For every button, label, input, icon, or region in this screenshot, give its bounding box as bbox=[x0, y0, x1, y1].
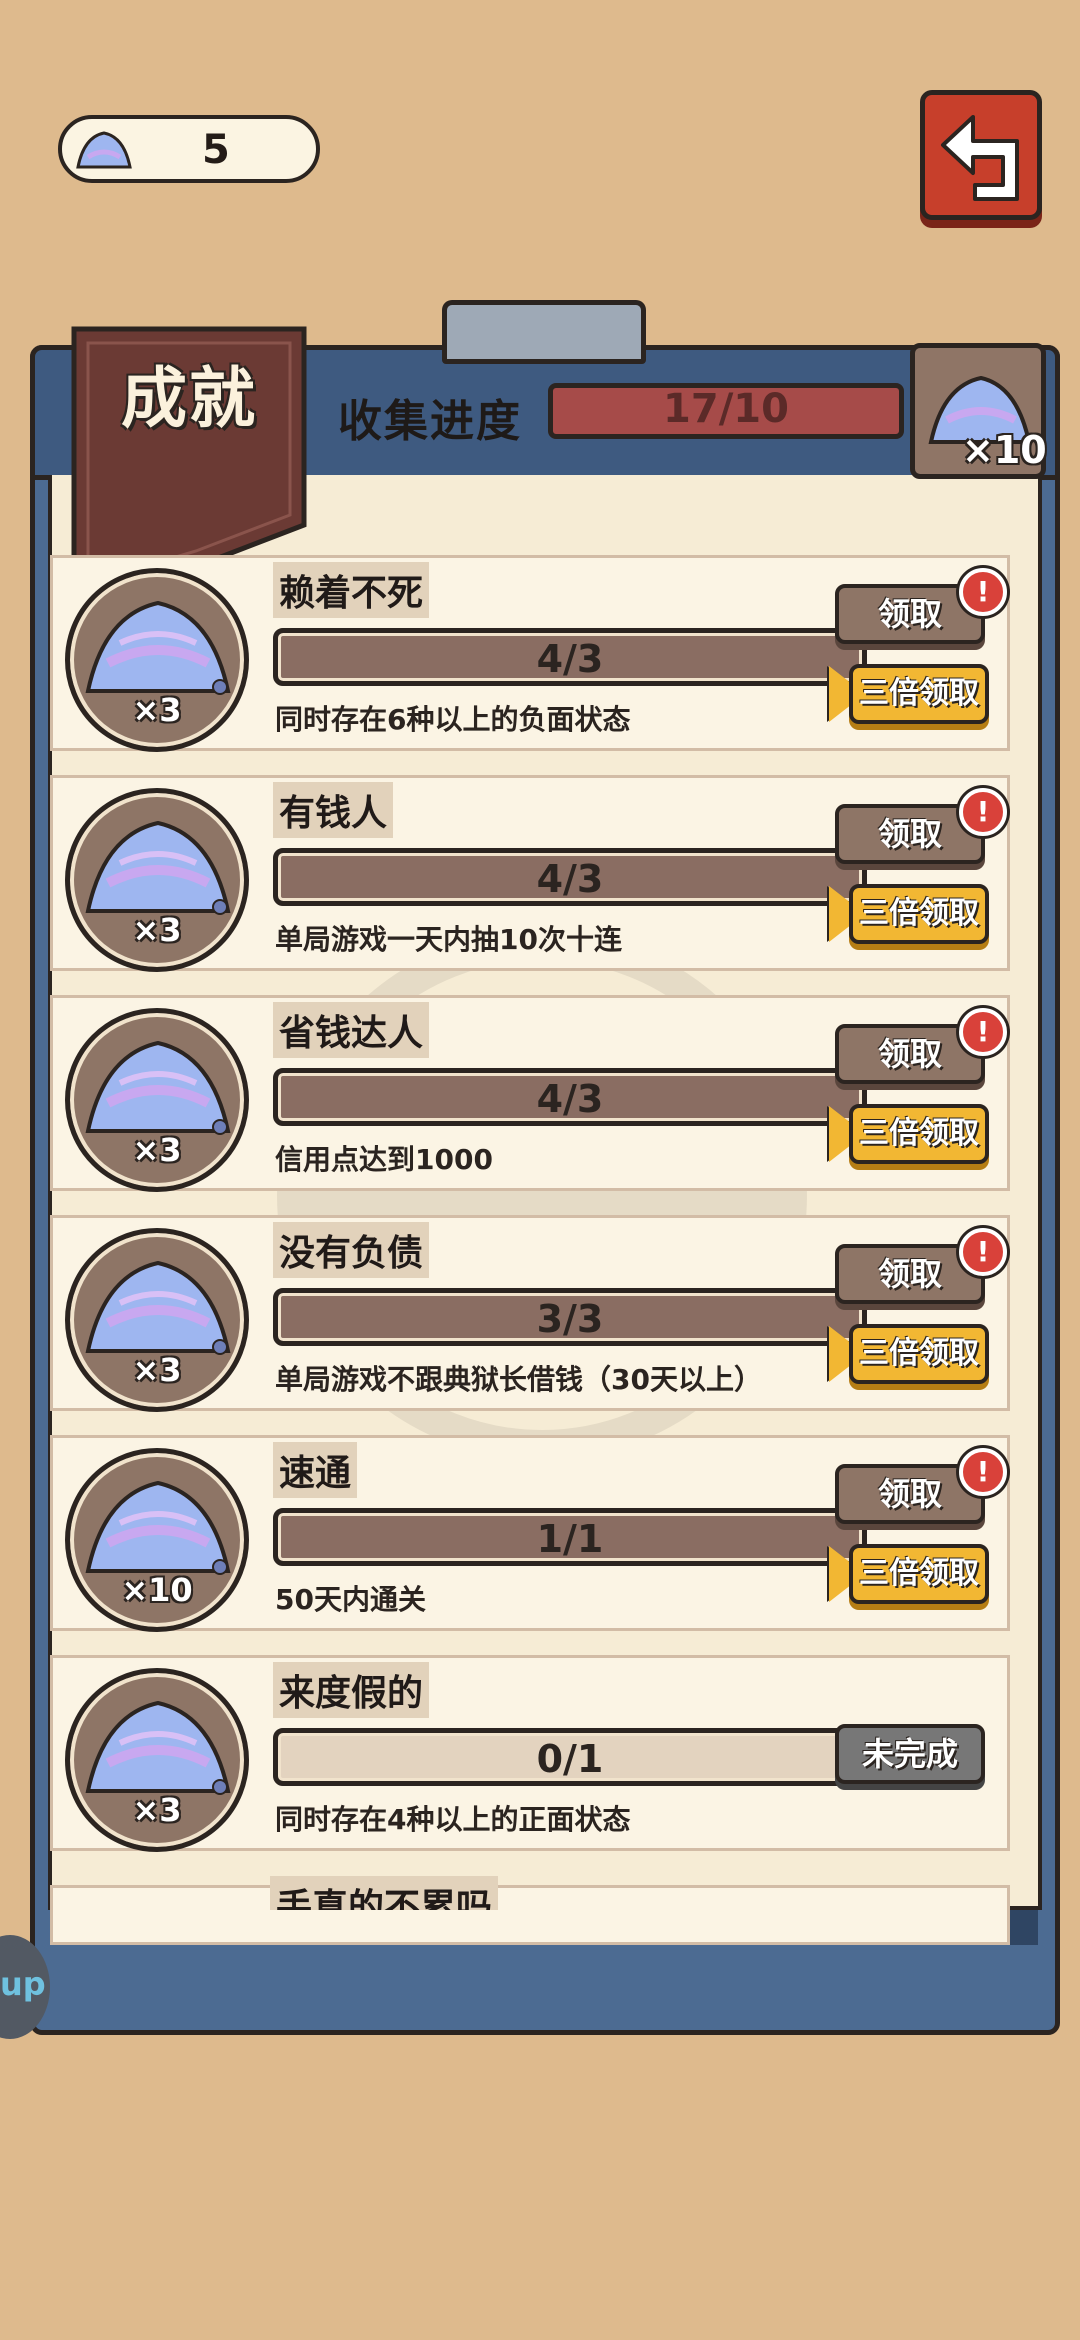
achievement-progress-text: 3/3 bbox=[536, 1297, 604, 1341]
alert-badge-icon: ! bbox=[959, 1228, 1007, 1276]
achievement-progress-bar: 4/3 bbox=[273, 1068, 867, 1126]
reward-multiplier: ×3 bbox=[132, 1351, 182, 1389]
achievement-description: 同时存在6种以上的负面状态 bbox=[275, 703, 631, 736]
achievement-title: 手真的不累吗 bbox=[270, 1876, 499, 1910]
reward-multiplier: ×3 bbox=[132, 1791, 182, 1829]
achievement-title: 没有负债 bbox=[273, 1222, 430, 1278]
crystal-icon bbox=[85, 820, 231, 915]
achievement-progress-bar: 1/1 bbox=[273, 1508, 867, 1566]
triple-claim-button[interactable]: 三倍领取 bbox=[849, 1104, 989, 1164]
achievement-progress-bar: 4/3 bbox=[273, 628, 867, 686]
achievement-progress-text: 4/3 bbox=[536, 637, 604, 681]
clipboard-clip bbox=[442, 300, 646, 364]
reward-medal: ×3 bbox=[65, 1668, 249, 1852]
achievement-progress-text: 4/3 bbox=[536, 857, 604, 901]
back-button[interactable] bbox=[920, 90, 1042, 220]
collection-progress-text: 17/10 bbox=[663, 386, 789, 432]
achievement-description: 信用点达到1000 bbox=[275, 1143, 493, 1176]
achievement-description: 单局游戏一天内抽10次十连 bbox=[275, 923, 622, 956]
reward-multiplier: ×3 bbox=[132, 911, 182, 949]
reward-multiplier: ×3 bbox=[132, 691, 182, 729]
list-item: ×3 来度假的 0/1 同时存在4种以上的正面状态 未完成 bbox=[50, 1655, 1010, 1852]
triple-claim-button[interactable]: 三倍领取 bbox=[849, 664, 989, 724]
crystal-icon bbox=[85, 600, 231, 695]
list-item: ×3 有钱人 4/3 单局游戏一天内抽10次十连 领取 三倍领取! bbox=[50, 775, 1010, 972]
reward-medal: ×3 bbox=[65, 1228, 249, 1412]
collection-progress-label: 收集进度 bbox=[338, 396, 522, 447]
collection-reward-count: ×10 bbox=[962, 428, 1047, 472]
reward-multiplier: ×10 bbox=[121, 1571, 193, 1609]
achievement-progress-bar: 4/3 bbox=[273, 848, 867, 906]
return-arrow-icon bbox=[941, 115, 1019, 201]
incomplete-button[interactable]: 未完成 bbox=[835, 1724, 985, 1784]
reward-multiplier: ×3 bbox=[132, 1131, 182, 1169]
achievement-title: 赖着不死 bbox=[273, 562, 430, 618]
list-item: ×3 省钱达人 4/3 信用点达到1000 领取 三倍领取! bbox=[50, 995, 1010, 1192]
list-item: ×10 速通 1/1 50天内通关 领取 三倍领取! bbox=[50, 1435, 1010, 1632]
achievement-title: 来度假的 bbox=[273, 1662, 430, 1718]
triple-claim-button[interactable]: 三倍领取 bbox=[849, 884, 989, 944]
achievement-progress-bar: 3/3 bbox=[273, 1288, 867, 1346]
achievement-progress-text: 4/3 bbox=[536, 1077, 604, 1121]
achievement-description: 50天内通关 bbox=[275, 1583, 426, 1616]
triple-claim-button[interactable]: 三倍领取 bbox=[849, 1324, 989, 1384]
list-item bbox=[50, 1885, 1010, 1945]
reward-medal: ×10 bbox=[65, 1448, 249, 1632]
alert-badge-icon: ! bbox=[959, 568, 1007, 616]
side-float-button-label: up bbox=[0, 1965, 46, 2003]
achievement-title: 省钱达人 bbox=[273, 1002, 430, 1058]
crystal-icon bbox=[76, 131, 132, 169]
triple-claim-button[interactable]: 三倍领取 bbox=[849, 1544, 989, 1604]
achievement-tab-title: 成就 bbox=[121, 360, 257, 437]
list-item: ×3 赖着不死 4/3 同时存在6种以上的负面状态 领取 三倍领取! bbox=[50, 555, 1010, 752]
reward-medal: ×3 bbox=[65, 1008, 249, 1192]
crystal-count: 5 bbox=[202, 127, 230, 173]
alert-badge-icon: ! bbox=[959, 1448, 1007, 1496]
achievement-progress-bar: 0/1 bbox=[273, 1728, 867, 1786]
achievement-description: 单局游戏不跟典狱长借钱（30天以上） bbox=[275, 1363, 762, 1396]
crystal-icon bbox=[85, 1260, 231, 1355]
achievement-description: 同时存在4种以上的正面状态 bbox=[275, 1803, 631, 1836]
crystal-counter: 5 bbox=[58, 115, 320, 183]
crystal-icon bbox=[85, 1040, 231, 1135]
alert-badge-icon: ! bbox=[959, 1008, 1007, 1056]
crystal-icon bbox=[85, 1700, 231, 1795]
crystal-icon bbox=[85, 1480, 231, 1575]
list-item: ×3 没有负债 3/3 单局游戏不跟典狱长借钱（30天以上） 领取 三倍领取! bbox=[50, 1215, 1010, 1412]
achievement-progress-text: 0/1 bbox=[536, 1737, 604, 1781]
achievement-title: 速通 bbox=[273, 1442, 358, 1498]
achievement-progress-text: 1/1 bbox=[536, 1517, 604, 1561]
reward-medal: ×3 bbox=[65, 568, 249, 752]
reward-medal: ×3 bbox=[65, 788, 249, 972]
alert-badge-icon: ! bbox=[959, 788, 1007, 836]
achievement-title: 有钱人 bbox=[273, 782, 394, 838]
